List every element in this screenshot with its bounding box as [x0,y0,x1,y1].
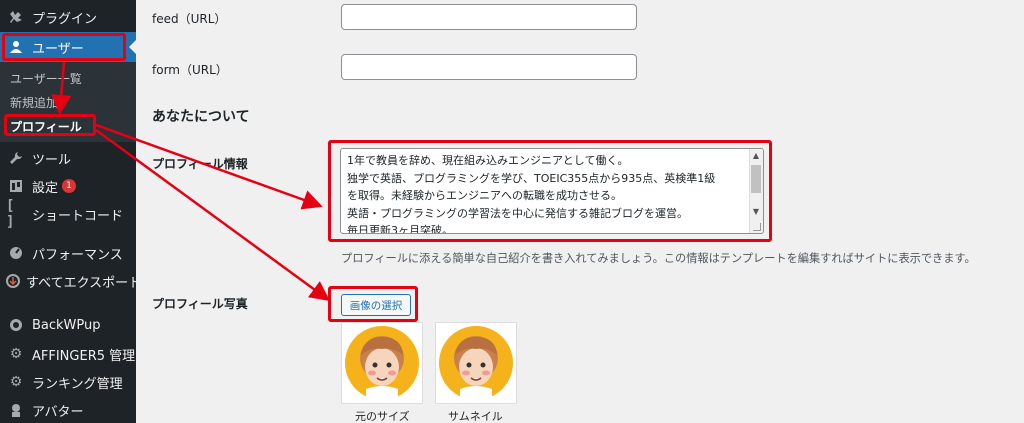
users-submenu: ユーザー一覧 新規追加 プロフィール [0,62,136,142]
avatar-icon [6,400,26,420]
menu-label: AFFINGER5 管理 [32,348,136,364]
avatar-thumbnail [435,322,517,404]
submenu-profile[interactable]: プロフィール [10,118,82,135]
menu-label: ユーザー [32,41,84,57]
menu-label: BackWPup [32,317,101,333]
menu-item-tools[interactable]: ツール [0,144,136,172]
wrench-icon [6,148,26,168]
menu-item-plugins[interactable]: プラグイン [0,3,136,31]
menu-label: ツール [32,152,72,168]
menu-item-ranking-admin[interactable]: ⚙ ランキング管理 [0,368,136,396]
menu-label: ショートコード [32,208,124,224]
submenu-user-list[interactable]: ユーザー一覧 [10,70,82,87]
menu-item-performance[interactable]: パフォーマンス [0,239,136,267]
settings-icon [6,176,26,196]
bio-line: を取得。未経験からエンジニアへの転職を成功させる。 [347,189,622,202]
bio-text: 1年で教員を辞め、現在組み込みエンジニアとして働く。 独学で英語、プログラミング… [347,152,747,234]
user-icon [6,37,26,57]
menu-label: すべてエクスポート [26,275,142,291]
avatar-portrait-icon [345,326,419,401]
export-icon [6,271,20,291]
menu-item-export-all[interactable]: すべてエクスポート [0,267,141,295]
menu-item-affinger-admin[interactable]: ⚙ AFFINGER5 管理 [0,340,136,368]
gear-icon: ⚙ [9,346,23,362]
scroll-up-arrow-icon[interactable]: ▲ [749,149,763,163]
feed-url-input[interactable] [341,4,637,30]
about-section-title: あなたについて [152,109,250,125]
submenu-add-new[interactable]: 新規追加 [10,94,58,111]
menu-label: アバター [32,404,84,420]
select-image-button[interactable]: 画像の選択 [341,294,411,316]
profile-photo-label: プロフィール写真 [152,297,248,311]
performance-icon [6,243,26,263]
backwpup-icon [6,315,26,335]
bio-line: 1年で教員を辞め、現在組み込みエンジニアとして働く。 [347,154,629,167]
menu-label: ランキング管理 [32,376,123,392]
menu-label: 設定 [32,180,59,196]
bio-line: 英語・プログラミングの学習法を中心に発信する雑記ブログを運営。 [347,206,688,220]
form-url-input[interactable] [341,54,637,80]
form-url-label: form（URL） [152,63,228,77]
menu-item-settings[interactable]: 設定 1 [0,172,136,200]
resize-grip-icon[interactable] [753,223,761,231]
bio-line: 毎日更新3ヶ月突破。 [347,224,453,234]
gear-icon: ⚙ [9,374,23,390]
update-count-badge: 1 [62,179,77,193]
menu-label: プラグイン [32,11,98,27]
avatar-original [341,322,423,404]
scroll-thumb[interactable] [751,165,761,193]
menu-item-backwpup[interactable]: BackWPup [0,311,136,339]
menu-item-avatar[interactable]: アバター [0,396,136,423]
admin-sidebar: プラグイン ユーザー ユーザー一覧 新規追加 プロフィール ツール 設定 1 [… [0,0,141,423]
active-menu-pointer [129,40,136,54]
feed-url-label: feed（URL） [152,12,227,26]
bio-textarea[interactable]: 1年で教員を辞め、現在組み込みエンジニアとして働く。 独学で英語、プログラミング… [340,148,764,234]
thumbnail-caption: サムネイル [448,410,503,423]
original-size-caption: 元のサイズ [355,410,410,423]
avatar-portrait-icon [439,326,513,401]
bio-line: 独学で英語、プログラミングを学び、TOEIC355点から935点、英検準1級 [347,171,716,185]
menu-item-users[interactable]: ユーザー [0,32,136,62]
shortcode-bracket-icon: [ ] [6,198,15,230]
scroll-down-arrow-icon[interactable]: ▼ [749,205,763,219]
textarea-scrollbar[interactable]: ▲ ▼ [749,149,763,233]
bio-description: プロフィールに添える簡単な自己紹介を書き入れてみましょう。この情報はテンプレート… [341,252,976,265]
bio-label: プロフィール情報 [152,157,248,171]
menu-item-shortcode[interactable]: [ ] ショートコード [0,198,136,230]
menu-label: パフォーマンス [32,247,123,263]
plugin-icon [6,7,26,27]
